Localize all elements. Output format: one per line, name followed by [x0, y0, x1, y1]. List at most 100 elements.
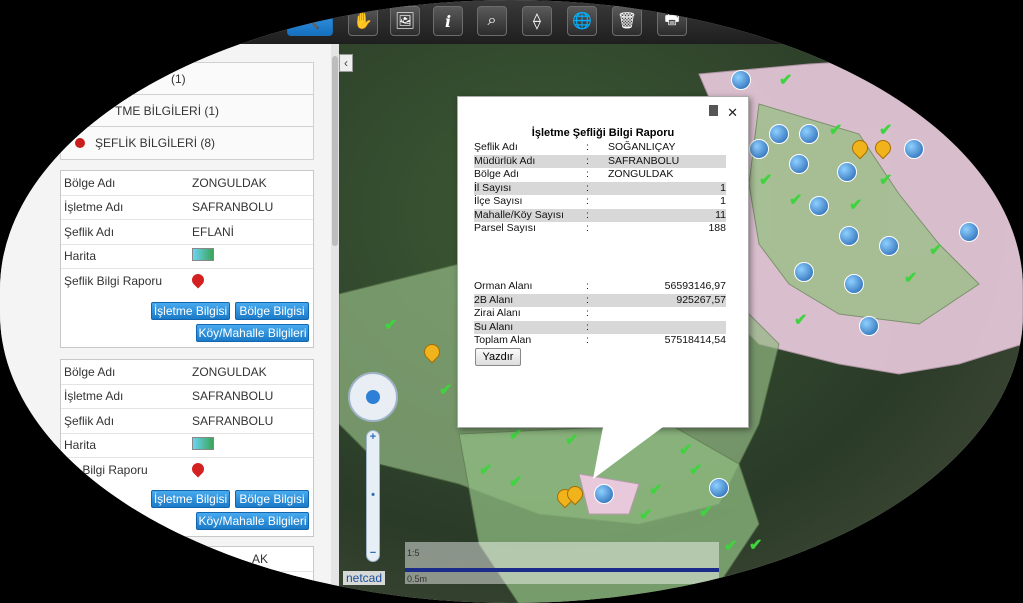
search-icon: 🔍: [300, 13, 320, 30]
report-row: Parsel Sayısı: 188: [474, 222, 726, 235]
report-separator: :: [586, 141, 589, 153]
field-label: İşletme Adı: [64, 200, 124, 215]
pan-button[interactable]: ✋: [348, 6, 378, 36]
report-label: Parsel Sayısı: [474, 222, 536, 234]
blue-marker-icon[interactable]: [859, 316, 879, 336]
map-pin-icon[interactable]: [189, 271, 207, 289]
check-marker-icon[interactable]: ✔: [439, 383, 457, 399]
print-button[interactable]: 🖶: [657, 6, 687, 36]
isletme-bilgisi-button[interactable]: İşletme Bilgisi: [151, 302, 230, 320]
zoom-slider[interactable]: + • −: [366, 430, 380, 562]
blue-marker-icon[interactable]: [837, 162, 857, 182]
blue-marker-icon[interactable]: [594, 484, 614, 504]
bolge-bilgisi-button[interactable]: Bölge Bilgisi: [235, 490, 309, 508]
image-button[interactable]: 🖼: [390, 6, 420, 36]
report-separator: :: [586, 280, 589, 292]
map-icon[interactable]: [192, 437, 214, 451]
blue-marker-icon[interactable]: [839, 226, 859, 246]
check-marker-icon[interactable]: ✔: [904, 271, 922, 287]
check-marker-icon[interactable]: ✔: [639, 508, 657, 524]
report-value: 925267,57: [676, 293, 726, 306]
check-marker-icon[interactable]: ✔: [565, 433, 583, 449]
check-marker-icon[interactable]: ✔: [679, 443, 697, 459]
scale-ratio: 1:5: [407, 548, 420, 558]
check-marker-icon[interactable]: ✔: [879, 123, 897, 139]
blue-marker-icon[interactable]: [731, 70, 751, 90]
check-marker-icon[interactable]: ✔: [759, 173, 777, 189]
check-marker-icon[interactable]: ✔: [794, 313, 812, 329]
close-icon[interactable]: ✕: [727, 105, 738, 121]
map-pin-icon[interactable]: [189, 460, 207, 478]
check-marker-icon[interactable]: ✔: [749, 538, 767, 554]
check-marker-icon[interactable]: ✔: [829, 123, 847, 139]
check-marker-icon[interactable]: ✔: [699, 505, 717, 521]
check-marker-icon[interactable]: ✔: [849, 198, 867, 214]
report-value: [608, 307, 726, 320]
check-marker-icon[interactable]: ✔: [789, 193, 807, 209]
zoom-in-icon[interactable]: +: [367, 431, 379, 443]
measure-button[interactable]: ⟠: [522, 6, 552, 36]
check-marker-icon[interactable]: ✔: [779, 73, 797, 89]
report-separator: :: [586, 222, 589, 234]
print-button[interactable]: Yazdır: [475, 348, 521, 366]
blue-marker-icon[interactable]: [789, 154, 809, 174]
blue-marker-icon[interactable]: [794, 262, 814, 282]
trash-icon: 🗑: [616, 13, 638, 30]
koy-mahalle-bilgileri-button[interactable]: Köy/Mahalle Bilgileri: [196, 324, 309, 342]
check-marker-icon[interactable]: ✔: [479, 463, 497, 479]
blue-marker-icon[interactable]: [844, 274, 864, 294]
document-icon[interactable]: [709, 105, 718, 116]
report-value: 188: [708, 222, 726, 234]
seflik-card: Bölge Adı ZONGULDAK İşletme Adı SAFRANBOLU…: [60, 359, 314, 537]
report-row: İlçe Sayısı: 1: [474, 195, 726, 208]
magnifier-box-icon: ⌕: [487, 12, 497, 29]
info-button[interactable]: i: [433, 6, 463, 36]
scale-distance: 0.5m: [407, 574, 428, 584]
group-header-seflik[interactable]: ŞEFLİK BİLGİLERİ (8): [60, 126, 314, 160]
check-marker-icon[interactable]: ✔: [509, 475, 527, 491]
blue-marker-icon[interactable]: [769, 124, 789, 144]
bolge-bilgisi-button[interactable]: Bölge Bilgisi: [235, 302, 309, 320]
isletme-bilgisi-button[interactable]: İşletme Bilgisi: [151, 490, 230, 508]
delete-button[interactable]: 🗑: [612, 6, 642, 36]
pan-center-icon[interactable]: [366, 390, 380, 404]
search-button[interactable]: 🔍: [287, 6, 333, 36]
group-header-1[interactable]: (1): [60, 62, 314, 96]
blue-marker-icon[interactable]: [749, 139, 769, 159]
group-header-isletme[interactable]: TME BİLGİLERİ (1): [60, 94, 314, 128]
field-value: SAFRANBOLU: [192, 200, 274, 215]
zoom-out-icon[interactable]: −: [367, 547, 379, 559]
check-marker-icon[interactable]: ✔: [879, 173, 897, 189]
scrollbar-thumb[interactable]: [332, 56, 338, 246]
group-label: ŞEFLİK BİLGİLERİ (8): [95, 136, 216, 150]
koy-mahalle-bilgileri-button[interactable]: Köy/Mahalle Bilgileri: [196, 512, 309, 530]
map-icon[interactable]: [192, 248, 214, 262]
globe-button[interactable]: 🌐: [567, 6, 597, 36]
info-icon: i: [444, 11, 452, 31]
check-marker-icon[interactable]: ✔: [649, 483, 667, 499]
blue-marker-icon[interactable]: [879, 236, 899, 256]
blue-marker-icon[interactable]: [904, 139, 924, 159]
popup-title: İşletme Şefliği Bilgi Raporu: [531, 127, 675, 139]
panel-scrollbar[interactable]: [331, 44, 339, 603]
report-separator: :: [586, 195, 589, 207]
check-marker-icon[interactable]: ✔: [689, 463, 707, 479]
pan-control[interactable]: [348, 372, 398, 422]
blue-marker-icon[interactable]: [959, 222, 979, 242]
red-dot-icon: [75, 138, 85, 148]
collapse-panel-button[interactable]: ‹: [339, 54, 353, 72]
check-marker-icon[interactable]: ✔: [384, 318, 402, 334]
info-popup: ✕ İşletme Şefliği Bilgi Raporu Şeflik Ad…: [457, 96, 749, 428]
zoom-handle-icon[interactable]: •: [367, 489, 379, 501]
image-icon: 🖼: [394, 13, 416, 30]
check-marker-icon[interactable]: ✔: [509, 428, 527, 444]
blue-marker-icon[interactable]: [809, 196, 829, 216]
report-separator: :: [586, 293, 589, 306]
check-marker-icon[interactable]: ✔: [929, 243, 947, 259]
check-marker-icon[interactable]: ✔: [724, 539, 742, 555]
zoom-box-button[interactable]: ⌕: [477, 6, 507, 36]
blue-marker-icon[interactable]: [799, 124, 819, 144]
field-value: SAFRANBOLU: [192, 389, 274, 404]
field-label: İşletme Adı: [64, 389, 124, 404]
blue-marker-icon[interactable]: [709, 478, 729, 498]
